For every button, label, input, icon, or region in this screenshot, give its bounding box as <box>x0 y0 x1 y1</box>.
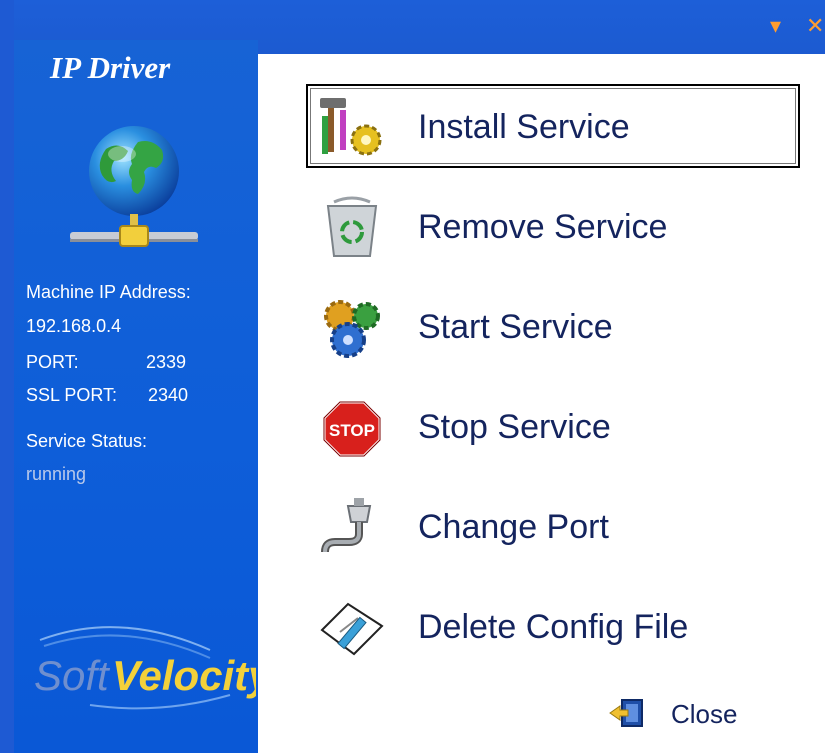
stop-service-label: Stop Service <box>418 408 611 446</box>
machine-ip-value: 192.168.0.4 <box>26 316 122 336</box>
change-port-button[interactable]: Change Port <box>308 486 798 566</box>
close-button[interactable]: Close <box>608 696 758 732</box>
window-frame: ▾ ✕ IP Driver Machine IP Address: 192.16… <box>0 0 825 753</box>
port-label: PORT: <box>26 352 79 372</box>
remove-service-button[interactable]: Remove Service <box>308 186 798 266</box>
dropdown-arrow-icon[interactable]: ▾ <box>770 14 781 40</box>
install-service-label: Install Service <box>418 108 630 146</box>
close-label: Close <box>671 699 738 729</box>
delete-config-file-button[interactable]: Delete Config File <box>308 586 798 666</box>
service-status-value: running <box>26 464 87 484</box>
svg-text:Velocity: Velocity <box>112 652 256 699</box>
change-port-label: Change Port <box>418 508 609 546</box>
app-title: IP Driver <box>50 50 171 85</box>
network-globe-icon <box>66 124 202 254</box>
port-value: 2339 <box>146 352 187 372</box>
remove-service-label: Remove Service <box>418 208 668 246</box>
stop-service-button[interactable]: STOP Stop Service <box>308 386 798 466</box>
ssl-port-value: 2340 <box>148 385 189 405</box>
delete-config-file-label: Delete Config File <box>418 608 689 646</box>
exit-door-icon <box>609 699 643 727</box>
gears-icon <box>318 296 386 360</box>
content-panel: Install Service Remove Service Start Ser… <box>258 54 825 753</box>
install-service-button[interactable]: Install Service <box>306 84 800 168</box>
tools-gear-icon <box>318 96 386 160</box>
svg-text:STOP: STOP <box>329 421 375 440</box>
stop-sign-icon: STOP <box>318 396 386 460</box>
close-window-icon[interactable]: ✕ <box>806 14 824 40</box>
service-status-label: Service Status: <box>26 431 148 451</box>
edit-file-icon <box>318 596 386 660</box>
port-cable-icon <box>318 496 386 560</box>
start-service-label: Start Service <box>418 308 613 346</box>
svg-text:Soft: Soft <box>34 652 111 699</box>
softvelocity-logo: Soft Velocity <box>30 610 274 720</box>
machine-ip-label: Machine IP Address: <box>26 282 191 302</box>
ssl-port-label: SSL PORT: <box>26 385 118 405</box>
window-left-border <box>0 0 14 753</box>
recycle-bin-icon <box>318 196 386 260</box>
start-service-button[interactable]: Start Service <box>308 286 798 366</box>
